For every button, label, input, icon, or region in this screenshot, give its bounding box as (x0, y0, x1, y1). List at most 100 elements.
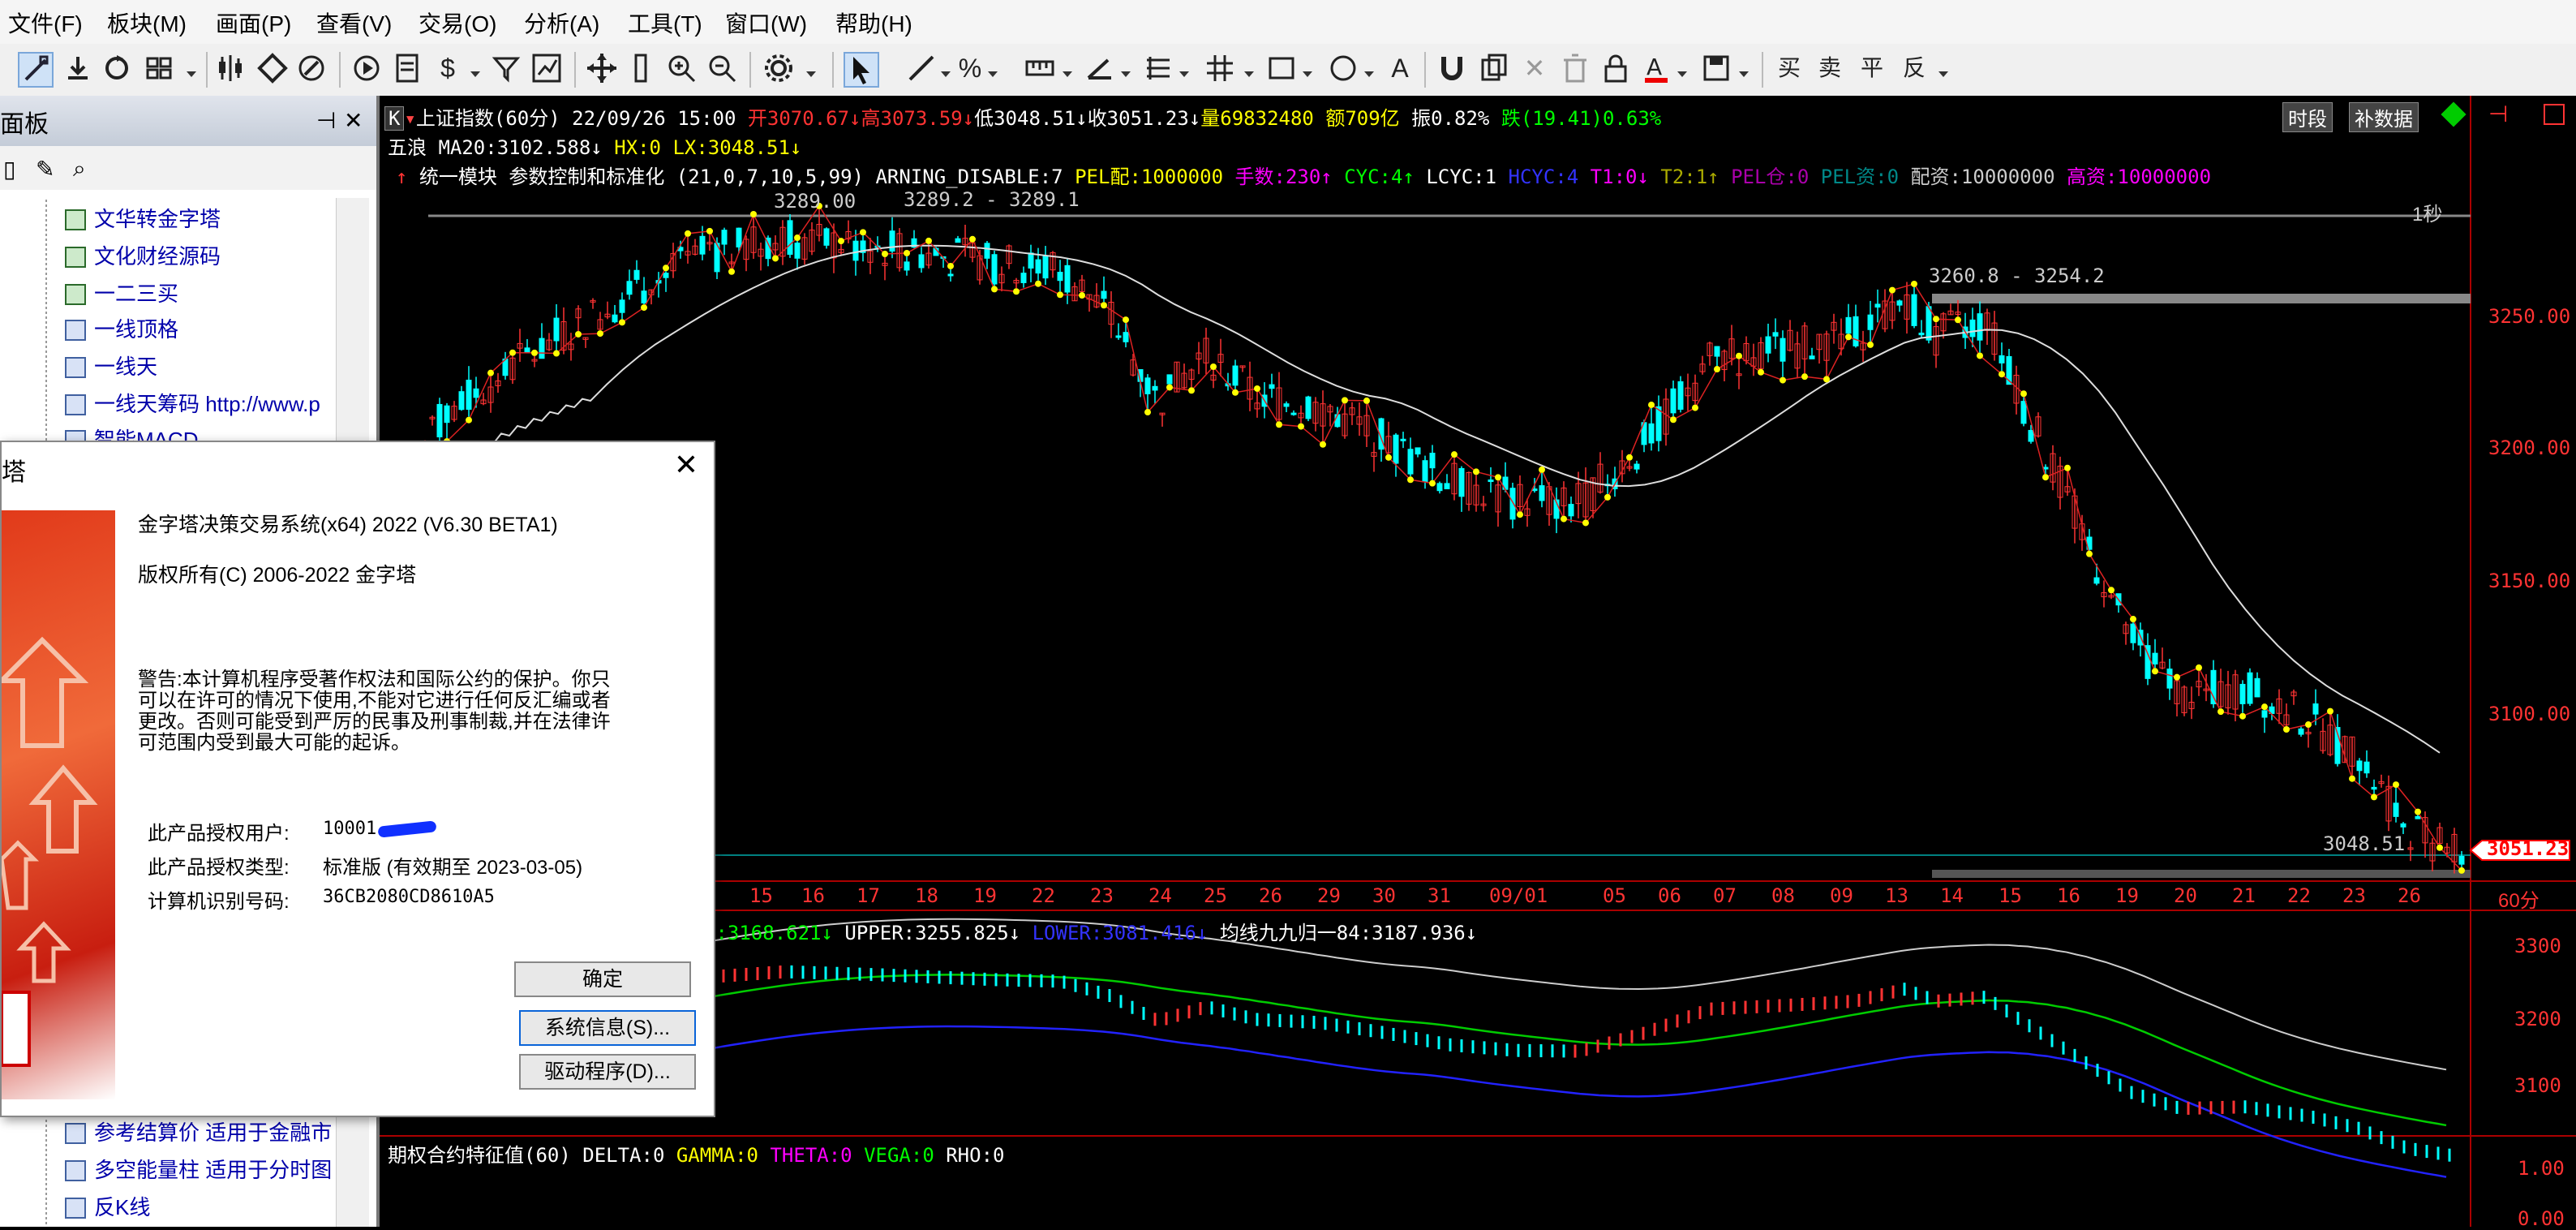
save-icon[interactable] (1700, 52, 1732, 84)
download-icon[interactable] (62, 52, 94, 84)
date-axis-label: 08 (1771, 884, 1795, 907)
date-axis-label: 22 (1032, 884, 1055, 907)
new-icon[interactable]: ▯ (3, 156, 15, 183)
formula-icon (65, 1123, 86, 1144)
date-axis-label: 14 (1940, 884, 1964, 907)
tree-item[interactable]: 一线顶格 (65, 313, 178, 343)
tree-item[interactable]: 一线天筹码 http://www.p (65, 388, 336, 418)
rectangle-icon[interactable] (1265, 52, 1298, 84)
ruler-icon[interactable] (1024, 52, 1056, 84)
tree-item[interactable]: 文华转金字塔 (65, 203, 221, 233)
tree-item[interactable]: 一线天 (65, 351, 157, 381)
edit-icon[interactable] (295, 52, 328, 84)
date-axis-label: 15 (749, 884, 773, 907)
font-color-icon[interactable]: A (1640, 52, 1672, 84)
tree-item[interactable]: 反K线 (65, 1191, 150, 1221)
menu-sector[interactable]: 板块(M) (107, 6, 187, 39)
close-icon[interactable]: ✕ (668, 447, 704, 483)
search-icon[interactable]: ⌕ (73, 156, 86, 183)
date-axis-label: 19 (2115, 884, 2139, 907)
copy-icon[interactable] (1478, 52, 1510, 84)
trash-icon[interactable] (1559, 52, 1591, 84)
magnet-icon[interactable] (1436, 52, 1468, 84)
sell-button[interactable]: 卖 (1814, 52, 1846, 84)
formula-icon (65, 1160, 86, 1181)
layout-icon[interactable] (143, 52, 175, 84)
price-axis-label: 3100.00 (2488, 703, 2571, 725)
percent-icon[interactable]: % (954, 52, 986, 84)
parallel-icon[interactable] (1142, 52, 1174, 84)
menu-file[interactable]: 文件(F) (8, 6, 83, 39)
date-axis-label: 09/01 (1489, 884, 1548, 907)
option-indicator-line: 期权合约特征值(60) DELTA:0 GAMMA:0 THETA:0 VEGA… (388, 1144, 1005, 1167)
dialog-title: 塔 (2, 459, 26, 486)
k-icon[interactable]: K (384, 106, 405, 131)
system-info-button[interactable]: 系统信息(S)... (519, 1010, 696, 1046)
menu-help[interactable]: 帮助(H) (835, 6, 912, 39)
close-position-button[interactable]: 平 (1856, 52, 1888, 84)
panel-scrollbar[interactable] (336, 1113, 369, 1227)
filter-icon[interactable] (490, 52, 522, 84)
kline-icon[interactable] (214, 52, 247, 84)
period-button[interactable]: 时段 (2282, 102, 2333, 132)
column-icon[interactable] (625, 52, 657, 84)
text-icon[interactable]: A (1384, 52, 1416, 84)
tree-item[interactable]: 一二三买 (65, 277, 178, 308)
menu-analysis[interactable]: 分析(A) (524, 6, 599, 39)
date-axis-label: 16 (2057, 884, 2080, 907)
tree-item[interactable]: 文化财经源码 (65, 240, 221, 270)
tree-item[interactable]: 多空能量柱 适用于分时图 (65, 1154, 336, 1184)
maximize-icon[interactable] (2544, 104, 2565, 125)
close-icon[interactable]: ✕ (344, 107, 363, 134)
document-icon[interactable] (391, 52, 423, 84)
open-value: 开3070.67↓ (747, 107, 861, 130)
price-axis-label: 3200.00 (2488, 437, 2571, 459)
formula-icon (65, 284, 86, 305)
driver-button[interactable]: 驱动程序(D)... (519, 1054, 696, 1090)
delete-icon[interactable]: ✕ (1518, 52, 1551, 84)
price-axis-label: 3250.00 (2488, 305, 2571, 328)
play-icon[interactable] (350, 52, 383, 84)
angle-icon[interactable] (1084, 52, 1116, 84)
fill-data-button[interactable]: 补数据 (2349, 102, 2419, 132)
zoom-out-icon[interactable] (706, 52, 738, 84)
date-axis-label: 05 (1603, 884, 1626, 907)
date-axis-label: 25 (1204, 884, 1227, 907)
menu-screen[interactable]: 画面(P) (216, 6, 291, 39)
date-axis-label: 26 (1259, 884, 1282, 907)
pin-icon[interactable]: ⊣ (2488, 101, 2508, 127)
zoom-in-icon[interactable] (665, 52, 698, 84)
diamond-icon[interactable] (256, 52, 289, 84)
circle-icon[interactable] (1327, 52, 1359, 84)
lock-icon[interactable] (1599, 52, 1632, 84)
dropdown-icon[interactable]: ▾ (404, 107, 415, 130)
gear-icon[interactable] (762, 52, 795, 84)
edit-icon[interactable]: ✎ (36, 156, 54, 183)
menu-tools[interactable]: 工具(T) (628, 6, 702, 39)
license-type-label: 此产品授权类型: (148, 857, 290, 879)
period-label: 60分 (2498, 890, 2540, 912)
dollar-icon[interactable]: $ (431, 52, 464, 84)
reverse-button[interactable]: 反 (1898, 52, 1930, 84)
last-price-tag: 3051.23 (2487, 837, 2570, 860)
ok-button[interactable]: 确定 (514, 961, 691, 997)
date-axis-label: 20 (2174, 884, 2197, 907)
menu-view[interactable]: 查看(V) (316, 6, 392, 39)
date-axis-label: 06 (1658, 884, 1681, 907)
high-value: 高3073.59↓ (861, 107, 975, 130)
chart-icon[interactable] (530, 52, 563, 84)
refresh-icon[interactable] (101, 52, 133, 84)
buy-button[interactable]: 买 (1773, 52, 1805, 84)
menu-trade[interactable]: 交易(O) (419, 6, 496, 39)
annotation-low: 3048.51 (2323, 832, 2406, 855)
draw-line-icon[interactable] (18, 52, 54, 88)
move-icon[interactable] (586, 52, 618, 84)
boll-axis-label: 3100 (2514, 1074, 2561, 1097)
pin-icon[interactable]: ⊣ (316, 107, 336, 134)
grid-icon[interactable] (1204, 52, 1236, 84)
pointer-icon[interactable] (844, 52, 879, 88)
line-tool-icon[interactable] (905, 52, 938, 84)
formula-icon (65, 247, 86, 268)
menu-window[interactable]: 窗口(W) (725, 6, 807, 39)
tree-item[interactable]: 参考结算价 适用于金融市 (65, 1116, 336, 1146)
